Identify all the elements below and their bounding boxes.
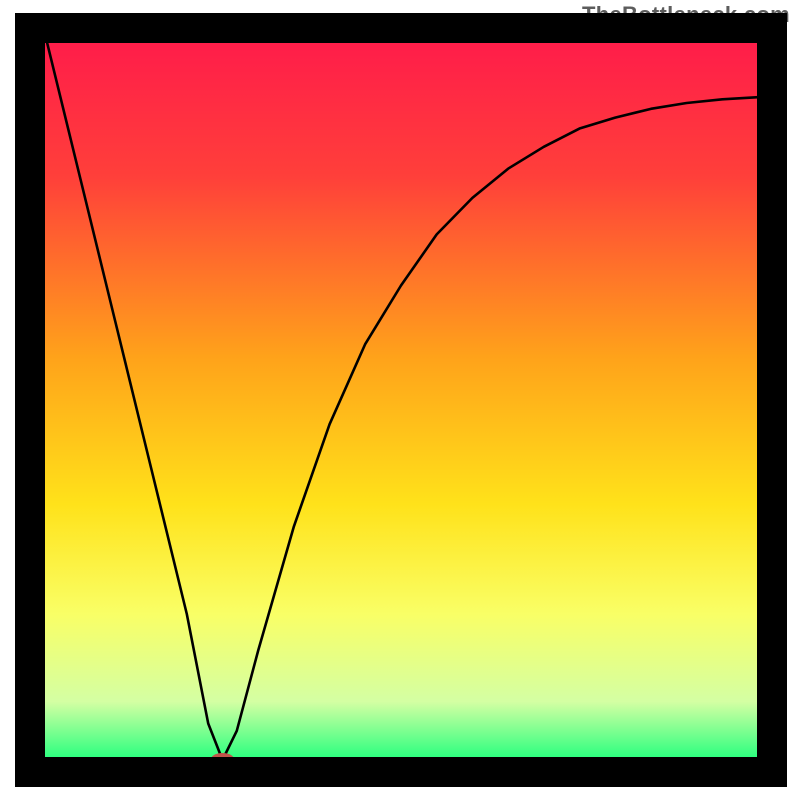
chart-stage: TheBottleneck.com xyxy=(0,0,800,800)
plot-background xyxy=(44,30,758,760)
bottleneck-chart xyxy=(0,0,800,800)
